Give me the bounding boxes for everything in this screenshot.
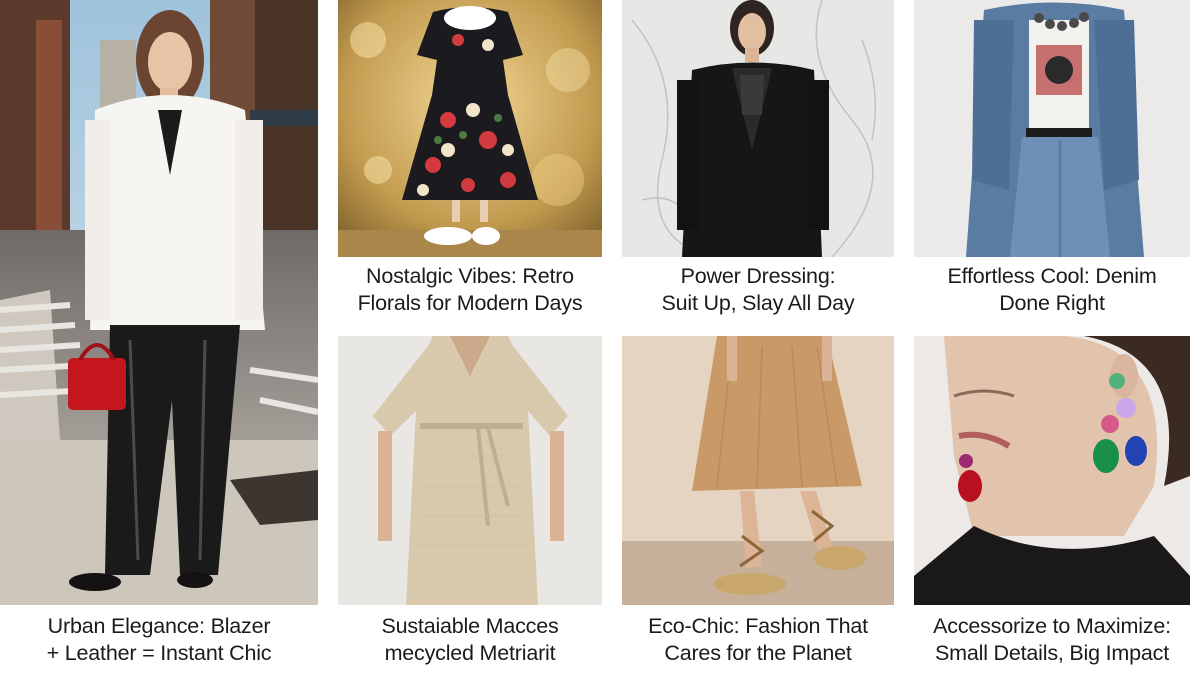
fashion-card-power-dressing[interactable]: Power Dressing: Suit Up, Slay All Day — [622, 0, 894, 325]
fashion-card-eco-chic[interactable]: Eco-Chic: Fashion That Cares for the Pla… — [622, 336, 894, 674]
street-style-photo[interactable] — [0, 0, 318, 605]
card-caption: Urban Elegance: Blazer + Leather = Insta… — [46, 614, 272, 665]
black-suit-photo[interactable] — [622, 0, 894, 257]
card-caption: Eco-Chic: Fashion That Cares for the Pla… — [648, 614, 868, 665]
card-caption: Effortless Cool: Denim Done Right — [947, 264, 1157, 315]
floral-dress-photo[interactable] — [338, 0, 602, 257]
card-caption: Nostalgic Vibes: Retro Florals for Moder… — [357, 264, 583, 315]
linen-skirt-sandals-photo[interactable] — [622, 336, 894, 605]
card-caption: Sustaiable Macces mecycled Metriarit — [381, 614, 559, 665]
fashion-card-sustainable[interactable]: Sustaiable Macces mecycled Metriarit — [338, 336, 602, 674]
denim-outfit-photo[interactable] — [914, 0, 1190, 257]
card-caption: Accessorize to Maximize: Small Details, … — [933, 614, 1171, 665]
statement-earrings-photo[interactable] — [914, 336, 1190, 605]
fashion-card-effortless-cool[interactable]: Effortless Cool: Denim Done Right — [914, 0, 1190, 325]
fashion-card-accessorize[interactable]: Accessorize to Maximize: Small Details, … — [914, 336, 1190, 674]
fashion-card-nostalgic-vibes[interactable]: Nostalgic Vibes: Retro Florals for Moder… — [338, 0, 602, 325]
card-caption: Power Dressing: Suit Up, Slay All Day — [661, 264, 855, 315]
fashion-card-urban-elegance[interactable]: Urban Elegance: Blazer + Leather = Insta… — [0, 0, 318, 674]
linen-dress-photo[interactable] — [338, 336, 602, 605]
